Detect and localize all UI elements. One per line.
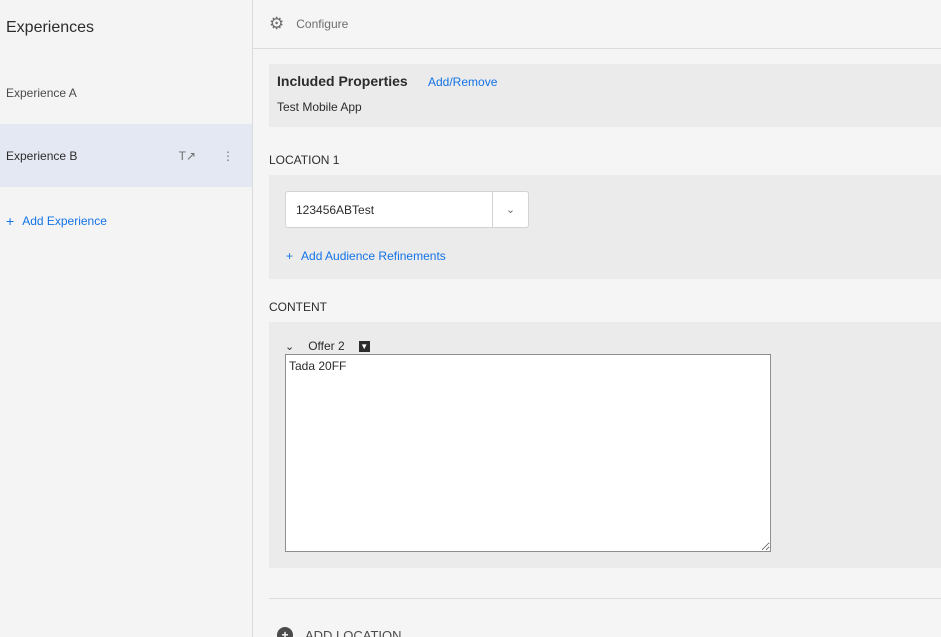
included-properties-title: Included Properties: [277, 73, 408, 89]
add-audience-refinements-label: Add Audience Refinements: [301, 249, 446, 263]
sidebar-title: Experiences: [6, 19, 95, 36]
add-location-label: ADD LOCATION: [305, 627, 402, 637]
add-audience-refinements-button[interactable]: + Add Audience Refinements: [286, 249, 446, 263]
included-properties-panel: Included Properties Add/Remove Test Mobi…: [269, 64, 941, 127]
configure-bar[interactable]: ⚙ Configure: [253, 0, 941, 49]
location-label: LOCATION 1: [269, 153, 340, 167]
add-remove-link[interactable]: Add/Remove: [428, 75, 497, 89]
add-experience-label: Add Experience: [22, 214, 107, 228]
add-experience-button[interactable]: + Add Experience: [6, 213, 107, 229]
configure-label[interactable]: Configure: [296, 17, 348, 31]
collapse-chevron-icon[interactable]: ⌄: [285, 340, 294, 353]
plus-icon: +: [286, 249, 294, 263]
add-circle-icon: +: [277, 627, 293, 637]
plus-icon: +: [6, 213, 15, 229]
chevron-down-icon[interactable]: ⌄: [492, 192, 528, 227]
sidebar-item-experience-b[interactable]: Experience B T↗ ⋮: [0, 124, 252, 187]
content-label: CONTENT: [269, 300, 327, 314]
location-panel: 123456ABTest ⌄ + Add Audience Refinement…: [269, 175, 941, 279]
property-value: Test Mobile App: [277, 100, 362, 114]
offer-menu-caret-icon[interactable]: ▼: [358, 340, 370, 352]
location-select-value[interactable]: 123456ABTest: [286, 203, 492, 217]
offer-content-textarea[interactable]: Tada 20FF: [285, 354, 771, 552]
offer-name: Offer 2: [308, 339, 345, 353]
divider: [269, 598, 941, 599]
sidebar-item-experience-a[interactable]: Experience A: [0, 61, 252, 124]
rename-icon[interactable]: T↗: [179, 149, 196, 163]
experiences-sidebar: Experiences Experience A Experience B T↗…: [0, 0, 253, 637]
sidebar-item-label: Experience A: [6, 85, 77, 100]
content-panel: ⌄ Offer 2 ▼ Tada 20FF: [269, 322, 941, 568]
more-options-icon[interactable]: ⋮: [222, 149, 234, 163]
location-select[interactable]: 123456ABTest ⌄: [285, 191, 529, 228]
main-panel: ⚙ Configure Included Properties Add/Remo…: [253, 0, 941, 637]
sidebar-item-label: Experience B: [6, 148, 78, 163]
offer-header: ⌄ Offer 2 ▼: [285, 339, 370, 353]
experience-actions: T↗ ⋮: [179, 124, 234, 187]
gear-icon[interactable]: ⚙: [269, 14, 284, 34]
add-location-button[interactable]: + ADD LOCATION: [277, 627, 402, 637]
